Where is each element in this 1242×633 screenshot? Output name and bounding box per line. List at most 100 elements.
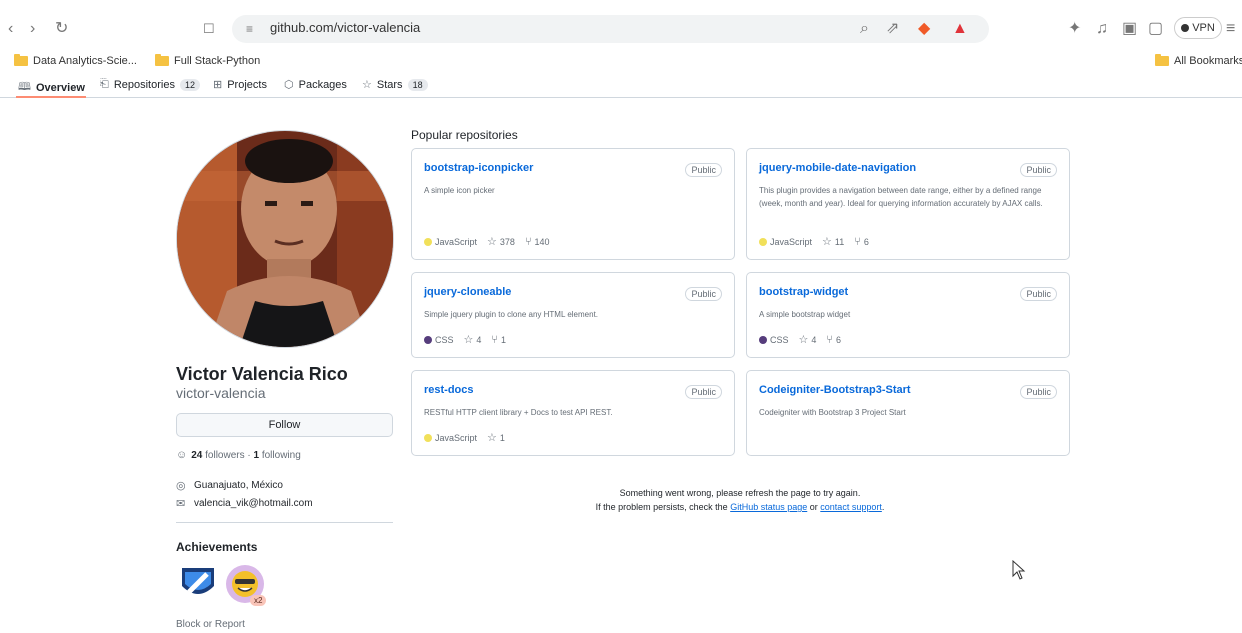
forks-link[interactable]: ⑂ 140 <box>525 236 550 248</box>
forks-count: 1 <box>501 334 507 345</box>
profile-name: Victor Valencia Rico <box>176 364 348 384</box>
vpn-button[interactable]: VPN <box>1174 17 1222 39</box>
repo-link[interactable]: bootstrap-iconpicker <box>424 162 533 174</box>
divider <box>176 522 393 523</box>
folder-icon <box>155 54 169 66</box>
stars-link[interactable]: ☆ 11 <box>822 235 844 248</box>
location: ◎ Guanajuato, México <box>176 479 283 492</box>
brave-rewards-icon[interactable]: ▲ <box>952 19 968 39</box>
language-color-icon <box>759 237 767 246</box>
followers-count: 24 <box>191 449 203 461</box>
menu-icon[interactable]: ≡ <box>1226 19 1235 39</box>
repo-language: JavaScript <box>770 236 813 247</box>
repo-language: JavaScript <box>435 432 478 443</box>
achievement-pull-shark-icon[interactable] <box>179 564 217 602</box>
profile-tabs: 🕮 Overview ⎗ Repositories 12 ⊞ Projects ⬡ Pac… <box>0 74 1242 98</box>
reload-icon[interactable]: ↻ <box>55 19 68 39</box>
github-status-link[interactable]: GitHub status page <box>730 502 807 512</box>
repo-stats: JavaScript ☆ 378 ⑂ 140 <box>424 235 550 248</box>
all-bookmarks-label: All Bookmarks <box>1174 55 1242 67</box>
tab-repositories[interactable]: ⎗ Repositories 12 <box>100 78 200 91</box>
repo-link[interactable]: Codeigniter-Bootstrap3-Start <box>759 384 911 396</box>
forks-count: 6 <box>836 334 842 345</box>
all-bookmarks[interactable]: All Bookmarks <box>1155 54 1242 67</box>
stars-count: 1 <box>499 432 505 443</box>
tab-label: Overview <box>35 81 85 94</box>
repo-stats: CSS ☆ 4 ⑂ 6 <box>759 333 841 346</box>
extensions-icon[interactable]: ✦ <box>1068 19 1081 39</box>
forward-icon[interactable]: › <box>30 19 35 39</box>
sidebar-icon[interactable]: ▣ <box>1122 19 1137 39</box>
tab-label: Stars <box>376 78 403 91</box>
tab-overview[interactable]: 🕮 Overview <box>18 78 85 97</box>
tab-projects[interactable]: ⊞ Projects <box>213 78 267 92</box>
visibility-badge: Public <box>685 287 722 301</box>
repo-link[interactable]: jquery-cloneable <box>424 286 511 298</box>
tab-count: 18 <box>407 78 428 91</box>
followers-link[interactable]: 24 followers <box>191 450 244 461</box>
repo-card: Codeigniter-Bootstrap3-Start Public Code… <box>746 370 1070 456</box>
follow-stats: ☺ 24 followers · 1 following <box>176 449 301 461</box>
zoom-icon[interactable]: ⌕ <box>860 19 869 39</box>
avatar[interactable] <box>176 130 394 348</box>
repo-description: A simple icon picker <box>424 186 495 195</box>
bookmarks-bar: Data Analytics-Scie... Full Stack-Python… <box>0 50 1242 74</box>
fork-icon: ⑂ <box>524 235 532 248</box>
brave-shield-icon[interactable]: ◆ <box>918 19 930 39</box>
stars-count: 4 <box>476 334 482 345</box>
stars-link[interactable]: ☆ 378 <box>487 235 515 248</box>
following-link[interactable]: 1 following <box>254 450 301 461</box>
tab-stars[interactable]: ☆ Stars 18 <box>362 78 428 91</box>
email[interactable]: ✉ valencia_vik@hotmail.com <box>176 497 313 510</box>
bookmark-data-analytics[interactable]: Data Analytics-Scie... <box>14 54 137 67</box>
stars-count: 11 <box>834 236 845 247</box>
stars-link[interactable]: ☆ 4 <box>464 333 482 346</box>
repo-description: This plugin provides a navigation betwee… <box>759 186 1043 208</box>
tab-label: Packages <box>298 78 347 91</box>
package-icon: ⬡ <box>284 79 294 91</box>
block-or-report-link[interactable]: Block or Report <box>176 619 245 630</box>
repo-description: Codeigniter with Bootstrap 3 Project Sta… <box>759 408 906 417</box>
repo-stats: CSS ☆ 4 ⑂ 1 <box>424 333 506 346</box>
book-icon: 🕮 <box>18 81 31 93</box>
stars-link[interactable]: ☆ 4 <box>799 333 817 346</box>
achievements-title: Achievements <box>176 540 258 554</box>
star-icon: ☆ <box>822 236 832 248</box>
repo-link[interactable]: jquery-mobile-date-navigation <box>759 162 916 174</box>
error-prefix: If the problem persists, check the <box>595 502 728 512</box>
repo-stats: JavaScript ☆ 1 <box>424 431 505 444</box>
repo-link[interactable]: bootstrap-widget <box>759 286 848 298</box>
back-icon[interactable]: ‹ <box>8 19 13 39</box>
repo-card: jquery-mobile-date-navigation Public Thi… <box>746 148 1070 260</box>
url-text[interactable]: github.com/victor-valencia <box>270 20 420 35</box>
repo-description: RESTful HTTP client library + Docs to te… <box>424 408 613 417</box>
repo-description: Simple jquery plugin to clone any HTML e… <box>424 310 599 319</box>
media-icon[interactable]: ♫ <box>1096 19 1108 39</box>
email-text[interactable]: valencia_vik@hotmail.com <box>194 498 313 509</box>
following-label: following <box>261 449 301 461</box>
visibility-badge: Public <box>685 163 722 177</box>
mail-icon: ✉ <box>176 498 186 510</box>
error-message: Something went wrong, please refresh the… <box>411 486 1069 514</box>
bookmark-label: Data Analytics-Scie... <box>33 55 137 67</box>
follow-button[interactable]: Follow <box>176 413 393 437</box>
star-icon: ☆ <box>798 334 809 346</box>
visibility-badge: Public <box>1020 163 1057 177</box>
error-line-2: If the problem persists, check the GitHu… <box>411 500 1069 514</box>
bookmark-page-icon[interactable]: ☐ <box>203 19 215 39</box>
visibility-badge: Public <box>1020 287 1057 301</box>
wallet-icon[interactable]: ▢ <box>1148 19 1163 39</box>
site-settings-icon[interactable]: ≡ <box>246 19 253 39</box>
repo-stats: JavaScript ☆ 11 ⑂ 6 <box>759 235 869 248</box>
share-icon[interactable]: ⇗ <box>886 19 899 39</box>
forks-link[interactable]: ⑂ 6 <box>826 334 841 346</box>
forks-link[interactable]: ⑂ 1 <box>491 334 506 346</box>
repo-link[interactable]: rest-docs <box>424 384 474 396</box>
popular-repos-title: Popular repositories <box>411 128 518 142</box>
contact-support-link[interactable]: contact support <box>820 502 882 512</box>
bookmark-full-stack[interactable]: Full Stack-Python <box>155 54 260 67</box>
forks-link[interactable]: ⑂ 6 <box>854 236 869 248</box>
tab-packages[interactable]: ⬡ Packages <box>284 78 347 92</box>
stars-link[interactable]: ☆ 1 <box>487 431 505 444</box>
repo-card: bootstrap-iconpicker Public A simple ico… <box>411 148 735 260</box>
